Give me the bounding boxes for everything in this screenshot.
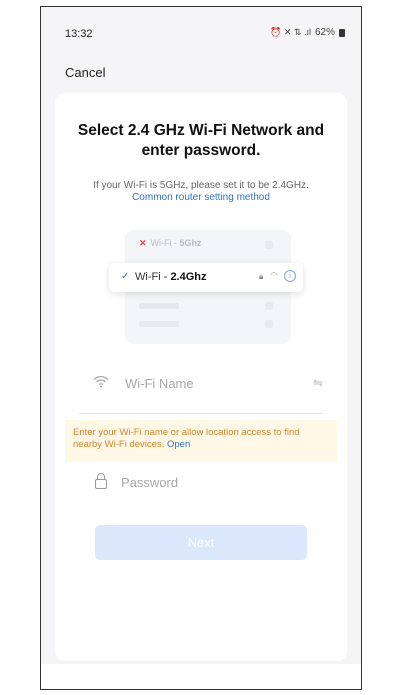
battery-icon bbox=[339, 28, 345, 37]
cancel-button[interactable]: Cancel bbox=[65, 65, 105, 80]
password-input[interactable] bbox=[119, 474, 323, 491]
lock-small-icon: 🔒︎ bbox=[259, 272, 264, 281]
illustration-placeholder-bar bbox=[139, 321, 179, 327]
wifi-24ghz-row: ✓ Wi-Fi - 2.4Ghz 🔒︎ ◠ i bbox=[109, 263, 303, 292]
password-field bbox=[79, 473, 323, 507]
battery-percent: 62% bbox=[314, 27, 335, 38]
banner-open-link[interactable]: Open bbox=[167, 439, 190, 450]
wifi-name-field: ⇋ bbox=[79, 361, 323, 414]
wifi-name-input[interactable] bbox=[123, 375, 307, 392]
status-time: 13:32 bbox=[65, 28, 93, 40]
status-indicator-icons: ⏰ ✕ ⇅ .ıl bbox=[270, 27, 311, 37]
location-banner: Enter your Wi-Fi name or allow location … bbox=[65, 420, 337, 462]
check-icon: ✓ bbox=[121, 271, 130, 282]
switch-network-icon[interactable]: ⇋ bbox=[313, 376, 323, 390]
router-setting-link[interactable]: Common router setting method bbox=[132, 192, 270, 203]
info-icon: i bbox=[284, 270, 296, 282]
wifi-small-icon: ◠ bbox=[270, 270, 278, 280]
illustration-placeholder-icon bbox=[265, 241, 273, 249]
illustration-placeholder-icon bbox=[265, 320, 273, 328]
wifi5-band: 5Ghz bbox=[179, 238, 202, 248]
wifi24-label: Wi-Fi - 2.4Ghz bbox=[135, 271, 207, 283]
illustration-placeholder-icon bbox=[265, 302, 273, 310]
band-note: If your Wi-Fi is 5GHz, please set it to … bbox=[93, 180, 309, 191]
page-title: Select 2.4 GHz Wi-Fi Network and enter p… bbox=[77, 122, 325, 159]
illustration-placeholder-bar bbox=[139, 303, 179, 309]
wifi-setup-card: Select 2.4 GHz Wi-Fi Network and enter p… bbox=[55, 93, 347, 661]
wifi-5ghz-row: ✕ Wi-Fi - 5Ghz bbox=[139, 238, 202, 249]
phone-frame: 13:32 ⏰ ✕ ⇅ .ıl 62% Cancel Select 2.4 GH… bbox=[40, 6, 362, 690]
lock-icon bbox=[95, 473, 107, 489]
wifi-icon bbox=[93, 375, 109, 392]
status-icons: ⏰ ✕ ⇅ .ıl 62% bbox=[270, 27, 345, 38]
wifi5-prefix: Wi-Fi - bbox=[150, 238, 180, 248]
cross-icon: ✕ bbox=[139, 238, 147, 248]
bottom-area bbox=[41, 664, 361, 689]
next-button[interactable]: Next bbox=[95, 525, 307, 560]
status-bar: 13:32 ⏰ ✕ ⇅ .ıl 62% bbox=[41, 7, 361, 43]
